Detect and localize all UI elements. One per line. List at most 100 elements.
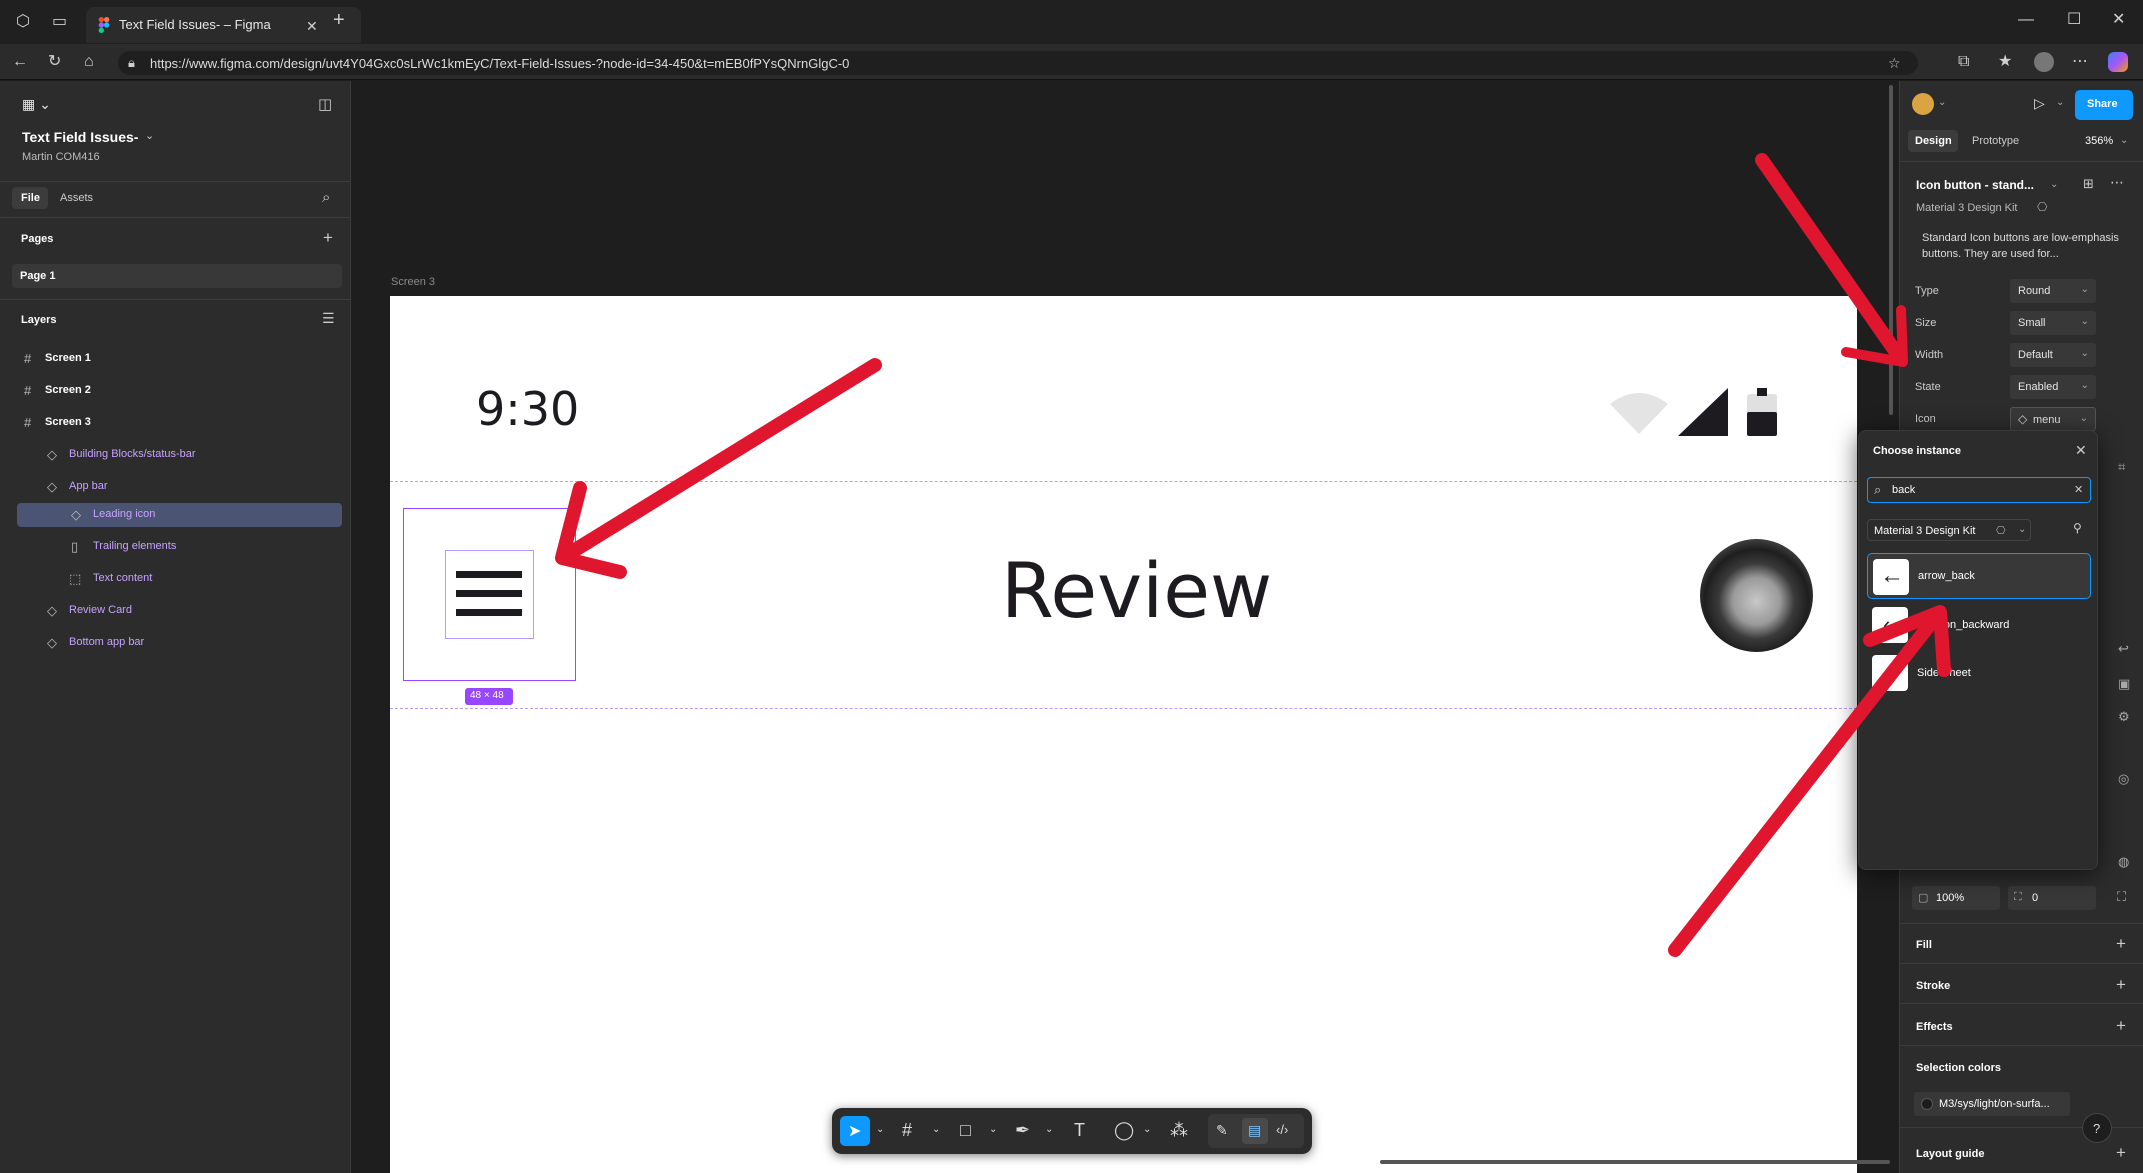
chevron-down-icon[interactable]: ⌄ xyxy=(2050,179,2058,190)
add-fill-icon[interactable]: + xyxy=(2116,934,2126,954)
chevron-down-icon[interactable]: ⌄ xyxy=(1045,1124,1053,1135)
grid-icon[interactable]: ⊞ xyxy=(2083,176,2094,192)
extensions-icon[interactable]: ⧉ xyxy=(1958,54,1969,70)
copilot-icon[interactable] xyxy=(2108,52,2128,72)
frame-label[interactable]: Screen 3 xyxy=(391,276,435,288)
share-button[interactable]: Share xyxy=(2075,90,2133,120)
opacity-field[interactable]: ▢ 100% xyxy=(1912,886,2000,910)
chevron-down-icon[interactable]: ⌄ xyxy=(1938,97,1946,108)
result-side-sheet[interactable]: Side Sheet xyxy=(1867,651,2091,695)
canvas-scrollbar[interactable] xyxy=(1380,1160,1890,1164)
more-options-icon[interactable]: ⋯ xyxy=(2110,174,2124,191)
actions-icon[interactable]: ⁂ xyxy=(1170,1120,1188,1141)
component-name[interactable]: Icon button - stand... xyxy=(1916,178,2034,192)
layer-bottom-app-bar[interactable]: ◇ Bottom app bar xyxy=(17,631,342,655)
layer-app-bar[interactable]: ◇ App bar xyxy=(17,475,342,499)
workspaces-icon[interactable]: ⬡ xyxy=(16,14,30,30)
toggle-sidebar-icon[interactable]: ◫ xyxy=(318,95,332,113)
library-filter-dropdown[interactable]: Material 3 Design Kit ⎔ ⌄ xyxy=(1867,519,2031,541)
result-arrow-back[interactable]: ← arrow_back xyxy=(1867,553,2091,599)
user-avatar[interactable] xyxy=(1912,93,1934,115)
layer-leading-icon[interactable]: ◇ Leading icon xyxy=(17,503,342,527)
layer-screen-1[interactable]: # Screen 1 xyxy=(17,347,342,371)
expand-icon[interactable]: ⛶ xyxy=(2117,889,2126,905)
add-page-icon[interactable]: + xyxy=(323,228,333,248)
url-field[interactable]: 🔒︎ https://www.figma.com/design/uvt4Y04G… xyxy=(118,51,1918,75)
layer-review-card[interactable]: ◇ Review Card xyxy=(17,599,342,623)
instance-search-input[interactable]: ⌕ back ✕ xyxy=(1867,477,2091,503)
drop-icon[interactable]: ◍ xyxy=(2118,854,2129,870)
clear-search-icon[interactable]: ✕ xyxy=(2074,483,2083,496)
draw-mode-icon[interactable]: ✎ xyxy=(1216,1122,1228,1139)
search-icon[interactable]: ⌕ xyxy=(322,189,330,206)
file-name[interactable]: Text Field Issues- xyxy=(22,129,138,145)
maximize-icon[interactable]: ☐ xyxy=(2067,12,2081,28)
dev-mode-icon[interactable]: ‹/› xyxy=(1276,1122,1288,1137)
back-icon[interactable]: ← xyxy=(12,54,28,70)
width-dropdown[interactable]: Default ⌄ xyxy=(2010,343,2096,367)
size-dropdown[interactable]: Small ⌄ xyxy=(2010,311,2096,335)
layer-trailing-elements[interactable]: ▯ Trailing elements xyxy=(17,535,342,559)
new-tab-icon[interactable]: + xyxy=(333,10,345,30)
selection-color-chip[interactable]: M3/sys/light/on-surfa... xyxy=(1914,1092,2070,1116)
zoom-level[interactable]: 356% xyxy=(2085,135,2113,147)
favorites-icon[interactable]: ★ xyxy=(1998,54,2012,70)
home-icon[interactable]: ⌂ xyxy=(84,54,94,70)
profile-avatar[interactable] xyxy=(2034,52,2054,72)
layer-screen-2[interactable]: # Screen 2 xyxy=(17,379,342,403)
page-item-page-1[interactable]: Page 1 xyxy=(12,264,342,288)
tab-design[interactable]: Design xyxy=(1908,130,1958,152)
present-icon[interactable]: ▷ xyxy=(2034,95,2045,112)
layer-status-bar[interactable]: ◇ Building Blocks/status-bar xyxy=(17,443,342,467)
focus-icon[interactable]: ⌗ xyxy=(2118,459,2125,475)
rectangle-tool-icon[interactable]: □ xyxy=(960,1120,971,1141)
frame-tool-icon[interactable]: # xyxy=(902,1120,912,1141)
filter-settings-icon[interactable]: ⚲ xyxy=(2073,521,2082,535)
help-button[interactable]: ? xyxy=(2082,1113,2112,1143)
add-effect-icon[interactable]: + xyxy=(2116,1016,2126,1036)
chevron-down-icon[interactable]: ⌄ xyxy=(989,1124,997,1135)
screen-3-frame[interactable]: 9:30 48 × 48 Review xyxy=(390,296,1857,1173)
menu-icon-bounds[interactable] xyxy=(445,550,534,639)
canvas-vertical-scrollbar[interactable] xyxy=(1889,85,1893,415)
close-tab-icon[interactable]: ✕ xyxy=(306,18,318,34)
layer-text-content[interactable]: ⬚ Text content xyxy=(17,567,342,591)
corner-radius-field[interactable]: ⛶ 0 xyxy=(2008,886,2096,910)
state-dropdown[interactable]: Enabled ⌄ xyxy=(2010,375,2096,399)
tab-prototype[interactable]: Prototype xyxy=(1972,135,2019,147)
add-layout-guide-icon[interactable]: + xyxy=(2116,1143,2126,1163)
move-tool-button[interactable]: ➤ xyxy=(840,1116,870,1146)
result-chevron-backward[interactable]: ‹ chevron_backward xyxy=(1867,603,2091,647)
icon-swap-dropdown[interactable]: menu ◇ ⌄ xyxy=(2010,407,2096,431)
tab-file[interactable]: File xyxy=(12,187,48,209)
minimize-icon[interactable]: — xyxy=(2018,12,2034,28)
layer-screen-3[interactable]: # Screen 3 xyxy=(17,411,342,435)
tab-assets[interactable]: Assets xyxy=(60,192,93,204)
chevron-down-icon[interactable]: ⌄ xyxy=(876,1124,884,1135)
main-menu-icon[interactable]: ▦ ⌄ xyxy=(22,96,51,113)
chevron-down-icon[interactable]: ⌄ xyxy=(1143,1124,1151,1135)
browser-tab[interactable]: Text Field Issues- – Figma ✕ xyxy=(86,7,361,43)
close-icon[interactable]: ✕ xyxy=(2075,442,2087,459)
chevron-down-icon[interactable]: ⌄ xyxy=(2120,135,2128,146)
pen-tool-icon[interactable]: ✒ xyxy=(1015,1120,1030,1141)
adjust-icon[interactable]: ⚙ xyxy=(2118,709,2130,725)
collapse-layers-icon[interactable]: ☰ xyxy=(322,310,335,327)
chevron-down-icon[interactable]: ⌄ xyxy=(932,1124,940,1135)
design-mode-button[interactable]: ▤ xyxy=(1242,1118,1268,1144)
image-icon[interactable]: ▣ xyxy=(2118,676,2130,692)
chevron-down-icon[interactable]: ⌄ xyxy=(145,129,154,142)
add-stroke-icon[interactable]: + xyxy=(2116,975,2126,995)
fill-heading: Fill xyxy=(1916,939,1932,951)
more-icon[interactable]: ⋯ xyxy=(2072,54,2088,70)
type-dropdown[interactable]: Round ⌄ xyxy=(2010,279,2096,303)
refresh-icon[interactable]: ↻ xyxy=(48,54,61,70)
target-icon[interactable]: ◎ xyxy=(2118,771,2129,787)
close-window-icon[interactable]: ✕ xyxy=(2112,12,2125,28)
favorite-icon[interactable]: ☆ xyxy=(1888,55,1901,71)
comment-tool-icon[interactable]: ◯ xyxy=(1114,1120,1134,1141)
chevron-down-icon[interactable]: ⌄ xyxy=(2056,97,2064,108)
tab-actions-icon[interactable]: ▭ xyxy=(52,14,67,30)
undo-icon[interactable]: ↩ xyxy=(2118,641,2129,657)
text-tool-icon[interactable]: T xyxy=(1074,1120,1085,1141)
